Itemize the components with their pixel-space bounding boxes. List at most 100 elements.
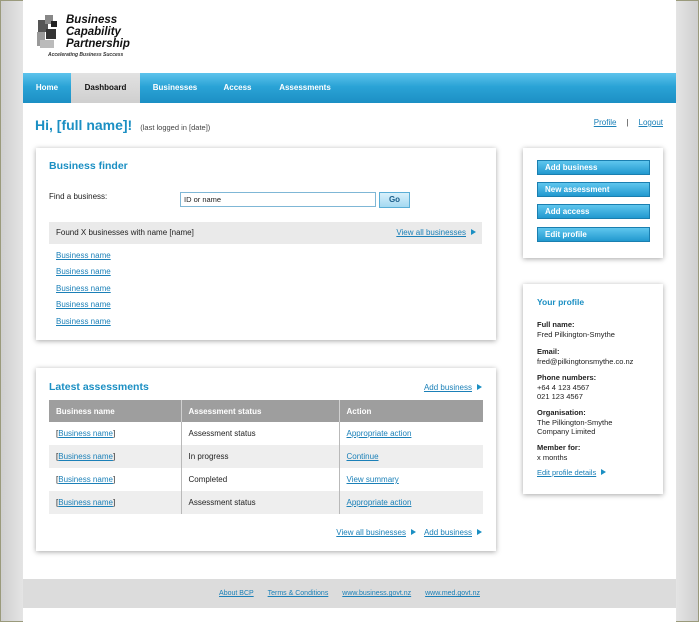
profile-full-name: Full name: Fred Pilkington-Smythe	[537, 320, 615, 339]
arrow-right-icon	[477, 529, 482, 535]
arrow-right-icon	[471, 229, 476, 235]
table-row: [Business name] In progress Continue	[49, 445, 483, 468]
action-cell: Appropriate action	[339, 491, 483, 514]
action-link[interactable]: Appropriate action	[347, 498, 412, 507]
full-name-value: Fred Pilkington-Smythe	[537, 329, 615, 339]
add-business-button[interactable]: Add business	[537, 160, 650, 175]
edit-profile-button[interactable]: Edit profile	[537, 227, 650, 242]
table-row: [Business name] Completed View summary	[49, 468, 483, 491]
nav-businesses[interactable]: Businesses	[140, 73, 210, 103]
arrow-right-icon	[601, 469, 607, 475]
footer-link-business-govt[interactable]: www.business.govt.nz	[342, 590, 411, 597]
profile-link[interactable]: Profile	[594, 118, 617, 127]
arrow-right-icon	[410, 529, 416, 535]
action-cell: View summary	[339, 468, 483, 491]
column-header: Action	[339, 400, 483, 422]
add-business-link[interactable]: Add business	[424, 528, 472, 537]
latest-assessments-title: Latest assessments	[49, 381, 149, 393]
organisation-label: Organisation:	[537, 408, 586, 417]
last-logged-in: (last logged in [date])	[140, 123, 211, 132]
greeting: Hi, [full name]! (last logged in [date])	[35, 117, 210, 133]
logo-text-line3: Partnership	[66, 38, 130, 50]
page-shadow-left	[1, 1, 23, 621]
column-header: Business name	[49, 400, 182, 422]
top-links: Profile | Logout	[594, 118, 663, 127]
business-name-link[interactable]: Business name	[58, 475, 113, 484]
phone-label: Phone numbers:	[537, 373, 597, 382]
quick-actions-panel: Add business New assessment Add access E…	[523, 148, 663, 258]
business-result-link[interactable]: Business name	[56, 300, 111, 316]
phone-value-2: 021 123 4567	[537, 392, 583, 401]
table-row: [Business name] Assessment status Approp…	[49, 491, 483, 514]
member-for-label: Member for:	[537, 443, 581, 452]
business-cell: [Business name]	[49, 491, 182, 514]
find-business-label: Find a business:	[49, 192, 108, 201]
business-result-link[interactable]: Business name	[56, 284, 111, 300]
main-nav: Home Dashboard Businesses Access Assessm…	[23, 73, 676, 103]
page: Business Capability Partnership Accelera…	[23, 0, 676, 608]
phone-value-1: +64 4 123 4567	[537, 382, 590, 392]
business-name-link[interactable]: Business name	[58, 429, 113, 438]
organisation-line-2: Company Limited	[537, 427, 596, 436]
action-link[interactable]: Continue	[347, 452, 379, 461]
nav-access[interactable]: Access	[210, 73, 265, 103]
profile-email: Email: fred@pilkingtonsmythe.co.nz	[537, 347, 633, 366]
logo-text-line1: Business	[66, 14, 118, 26]
profile-organisation: Organisation: The Pilkington-Smythe Comp…	[537, 408, 612, 437]
latest-assessments-panel: Latest assessments Add business Business…	[36, 368, 496, 551]
assessments-table: Business name Assessment status Action […	[49, 400, 483, 514]
profile-phones: Phone numbers: +64 4 123 4567 021 123 45…	[537, 373, 596, 402]
table-row: [Business name] Assessment status Approp…	[49, 422, 483, 445]
page-bottom-margin	[23, 608, 676, 622]
logout-link[interactable]: Logout	[639, 118, 663, 127]
business-name-link[interactable]: Business name	[58, 452, 113, 461]
footer-link-terms[interactable]: Terms & Conditions	[268, 590, 329, 597]
organisation-line-1: The Pilkington-Smythe	[537, 417, 613, 427]
action-link[interactable]: Appropriate action	[347, 429, 412, 438]
view-all-businesses-link[interactable]: View all businesses	[336, 528, 406, 537]
logo-text-line2: Capability	[66, 26, 121, 38]
search-results-bar: Found X businesses with name [name] View…	[49, 222, 482, 244]
business-results-list: Business name Business name Business nam…	[56, 251, 111, 333]
footer-link-about[interactable]: About BCP	[219, 590, 254, 597]
table-header-row: Business name Assessment status Action	[49, 400, 483, 422]
new-assessment-button[interactable]: New assessment	[537, 182, 650, 197]
nav-home[interactable]: Home	[23, 73, 71, 103]
member-for-value: x months	[537, 452, 568, 462]
business-search-input[interactable]	[180, 192, 376, 207]
profile-member-for: Member for: x months	[537, 443, 580, 462]
action-cell: Appropriate action	[339, 422, 483, 445]
email-label: Email:	[537, 347, 560, 356]
business-cell: [Business name]	[49, 422, 182, 445]
status-cell: In progress	[181, 445, 340, 468]
business-result-link[interactable]: Business name	[56, 317, 111, 333]
add-business-link[interactable]: Add business	[424, 383, 472, 392]
latest-assessments-footer: View all businesses Add business	[336, 528, 482, 537]
business-cell: [Business name]	[49, 445, 182, 468]
go-button[interactable]: Go	[379, 192, 410, 208]
your-profile-title: Your profile	[537, 297, 585, 307]
view-all-businesses-link[interactable]: View all businesses	[396, 228, 466, 237]
found-count-text: Found X businesses with name [name]	[56, 228, 194, 237]
business-finder-panel: Business finder Find a business: Go Foun…	[36, 148, 496, 340]
nav-dashboard[interactable]: Dashboard	[71, 73, 140, 103]
page-footer: About BCP Terms & Conditions www.busines…	[23, 579, 676, 608]
action-link[interactable]: View summary	[347, 475, 399, 484]
business-name-link[interactable]: Business name	[58, 498, 113, 507]
bcp-logo[interactable]: Business Capability Partnership Accelera…	[36, 12, 136, 62]
business-result-link[interactable]: Business name	[56, 267, 111, 283]
your-profile-panel: Your profile Full name: Fred Pilkington-…	[523, 284, 663, 494]
edit-profile-details-link[interactable]: Edit profile details	[537, 468, 596, 477]
business-cell: [Business name]	[49, 468, 182, 491]
footer-link-med-govt[interactable]: www.med.govt.nz	[425, 590, 480, 597]
nav-assessments[interactable]: Assessments	[265, 73, 345, 103]
page-shadow-right	[676, 1, 698, 621]
greeting-title: Hi, [full name]!	[35, 117, 133, 133]
status-cell: Assessment status	[181, 491, 340, 514]
logo-graphic-icon	[37, 15, 57, 48]
top-links-separator: |	[626, 118, 629, 127]
add-access-button[interactable]: Add access	[537, 204, 650, 219]
business-result-link[interactable]: Business name	[56, 251, 111, 267]
email-value: fred@pilkingtonsmythe.co.nz	[537, 356, 634, 366]
business-finder-title: Business finder	[49, 160, 128, 172]
